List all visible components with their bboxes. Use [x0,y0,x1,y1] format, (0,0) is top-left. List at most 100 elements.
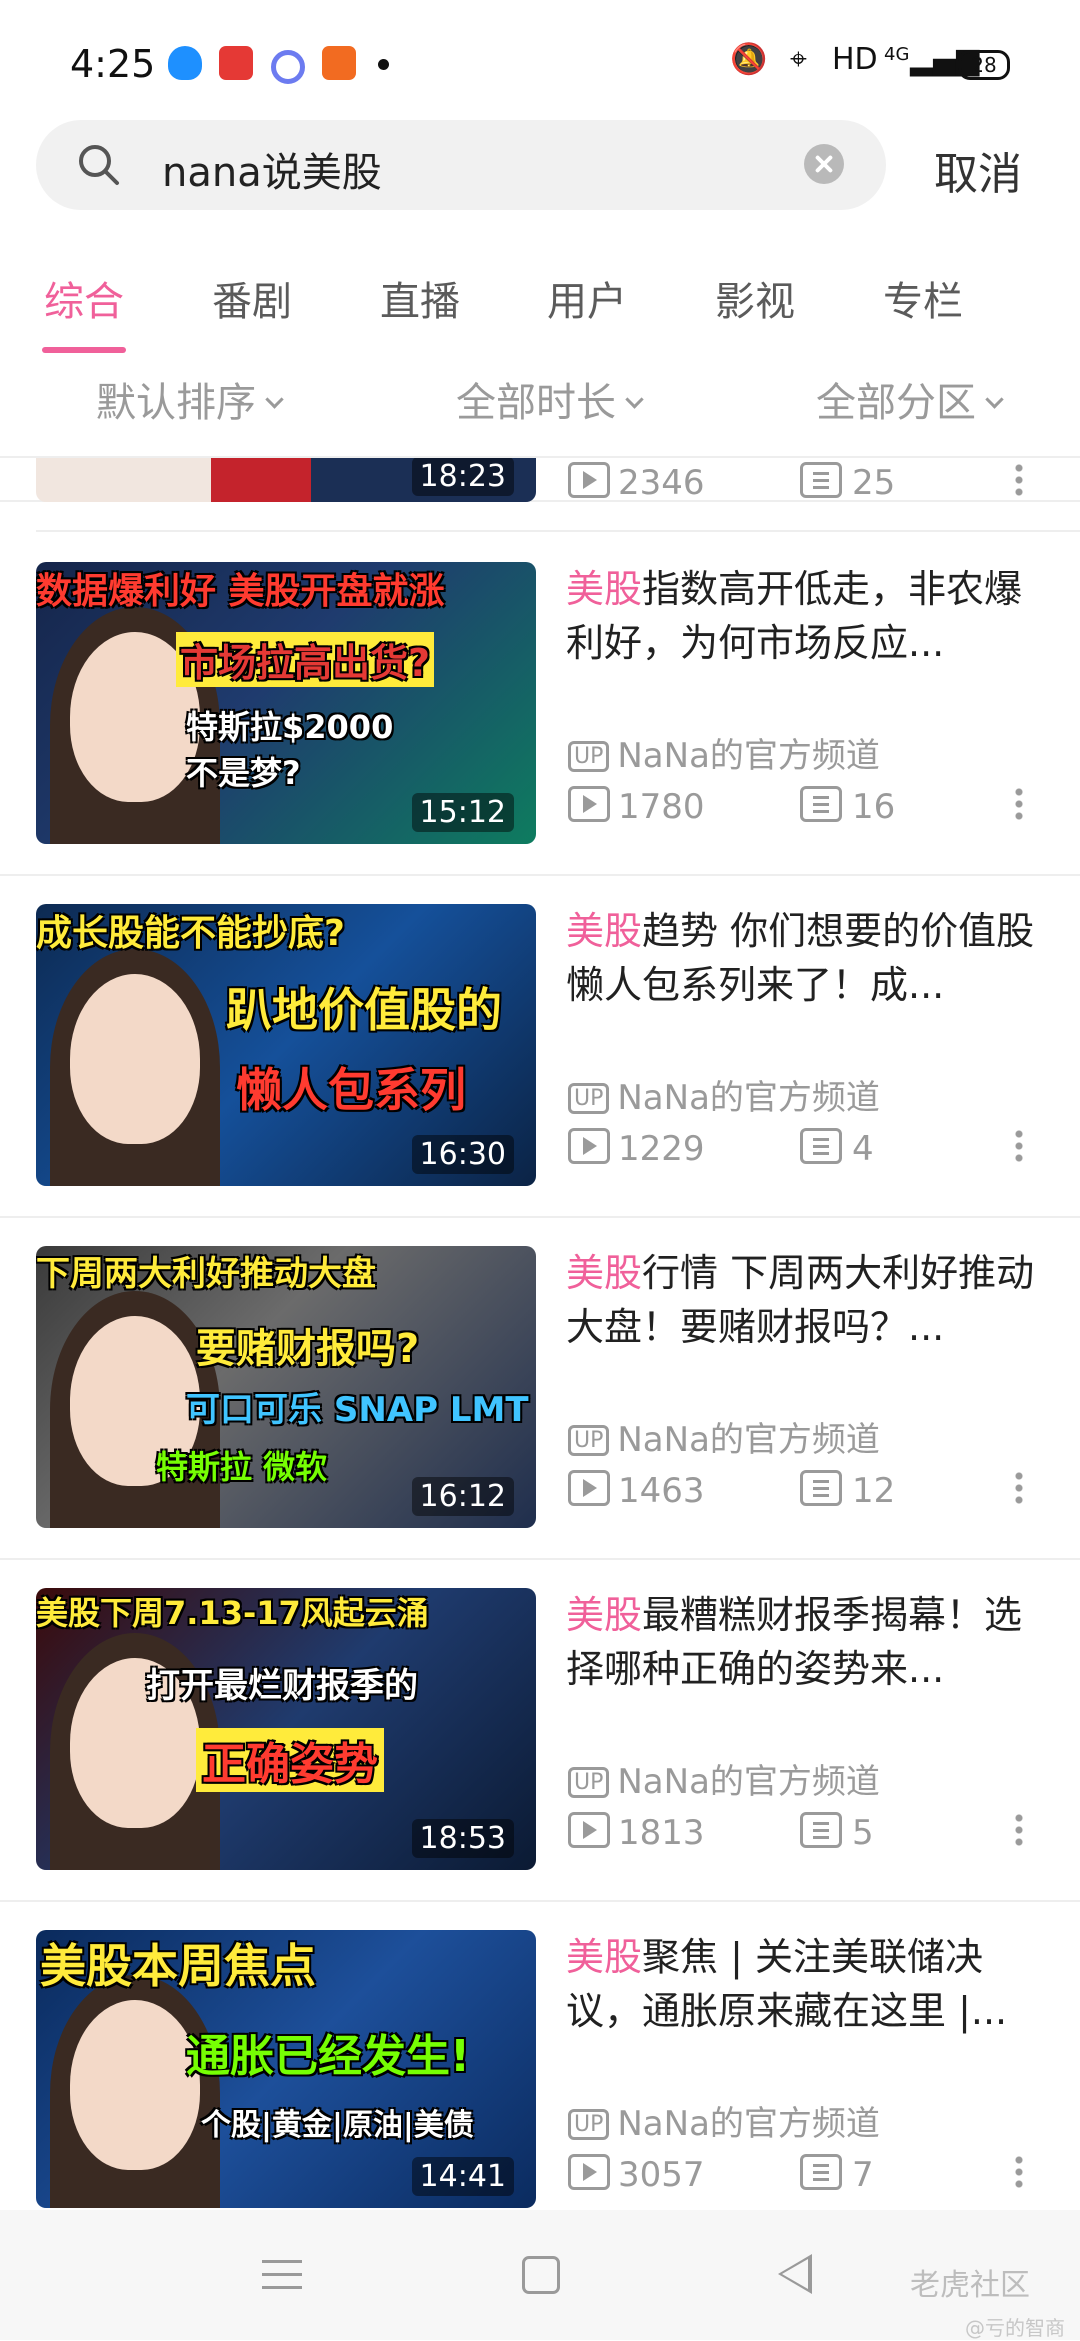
danmaku-count-value: 25 [852,463,896,503]
thumbnail-caption: 特斯拉 微软 [156,1448,328,1486]
video-title[interactable]: 美股行情 下周两大利好推动大盘！要赌财报吗？... [566,1246,1036,1354]
cancel-button[interactable]: 取消 [934,138,1022,202]
danmaku-count: 4 [800,1124,874,1169]
tab-movies[interactable]: 影视 [690,269,820,327]
duration-filter[interactable]: 全部时长 [456,370,644,428]
tab-bar: 综合 番剧 直播 用户 影视 专栏 [0,255,1080,355]
danmaku-icon [800,786,842,822]
more-notifications-icon [378,59,389,70]
video-thumbnail[interactable]: 美股本周焦点 通胀已经发生! 个股|黄金|原油|美债 14:41 [36,1930,536,2208]
up-badge-icon: UP [568,1425,610,1456]
view-count: 1780 [568,782,705,827]
title-highlight: 美股 [566,1251,643,1295]
video-duration: 16:30 [411,1135,514,1174]
thumbnail-caption: 美股本周焦点 [40,1939,316,1993]
video-title[interactable]: 美股趋势 你们想要的价值股懒人包系列来了！成... [566,904,1036,1012]
uploader[interactable]: UP NaNa的官方频道 [568,1754,880,1803]
video-duration: 18:23 [411,458,514,496]
up-badge-icon: UP [568,741,610,772]
more-options-icon[interactable] [1015,462,1023,498]
up-badge-icon: UP [568,1767,610,1798]
title-highlight: 美股 [566,1935,643,1979]
app-notification-icon [219,46,253,80]
more-options-icon[interactable] [1015,1812,1023,1848]
danmaku-count: 16 [800,782,895,827]
thumbnail-caption: 趴地价值股的 [226,983,502,1037]
video-thumbnail[interactable]: 成长股能不能抄底? 趴地价值股的 懒人包系列 16:30 [36,904,536,1186]
thumbnail-caption: 懒人包系列 [236,1063,466,1117]
mail-app-icon [322,46,356,80]
thumbnail-caption: 个股|黄金|原油|美债 [201,2108,474,2143]
tab-users[interactable]: 用户 [522,269,652,327]
tab-articles[interactable]: 专栏 [858,269,988,327]
thumbnail-caption: 要赌财报吗? [196,1326,420,1372]
tab-live[interactable]: 直播 [355,269,485,327]
more-options-icon[interactable] [1015,1128,1023,1164]
thumbnail-caption: 正确姿势 [196,1728,384,1792]
view-count: 1463 [568,1466,705,1511]
up-badge-icon: UP [568,1083,610,1114]
back-icon[interactable] [778,2254,812,2294]
list-item[interactable]: 美股下周7.13-17风起云涌 打开最烂财报季的 正确姿势 18:53 美股最糟… [0,1558,1080,1902]
home-icon[interactable] [522,2256,560,2294]
thumbnail-caption: 特斯拉$2000 [186,708,394,746]
category-filter-label: 全部分区 [816,380,976,426]
play-count-icon [568,1812,610,1848]
qq-icon [168,46,202,80]
uploader[interactable]: UP NaNa的官方频道 [568,2096,880,2145]
play-count-icon [568,462,610,498]
uploader[interactable]: UP NaNa的官方频道 [568,1070,880,1119]
thumbnail-caption: 成长股能不能抄底? [36,913,345,954]
uploader-name: NaNa的官方频道 [617,2104,880,2144]
video-thumbnail[interactable]: 美股下周7.13-17风起云涌 打开最烂财报季的 正确姿势 18:53 [36,1588,536,1870]
tab-all[interactable]: 综合 [19,269,149,327]
list-item[interactable]: 美股本周焦点 通胀已经发生! 个股|黄金|原油|美债 14:41 美股聚焦 | … [0,1900,1080,2208]
danmaku-icon [800,462,842,498]
video-thumbnail[interactable]: 数据爆利好 美股开盘就涨 市场拉高出货? 特斯拉$2000 不是梦? 15:12 [36,562,536,844]
battery-icon: 28 [958,50,1010,80]
network-label: HD [832,42,878,77]
status-time: 4:25 [70,42,156,86]
uploader[interactable]: UP NaNa的官方频道 [568,728,880,777]
list-item[interactable]: 下周两大利好推动大盘 要赌财报吗? 可口可乐 SNAP LMT 特斯拉 微软 1… [0,1216,1080,1560]
tab-anime[interactable]: 番剧 [187,269,317,327]
view-count-value: 1780 [618,787,705,827]
video-title[interactable]: 美股聚焦 | 关注美联储决议，通胀原来藏在这里 |... [566,1930,1036,2038]
title-highlight: 美股 [566,567,643,611]
sort-filter[interactable]: 默认排序 [96,370,284,428]
more-options-icon[interactable] [1015,1470,1023,1506]
uploader[interactable]: UP NaNa的官方频道 [568,1412,880,1461]
thumbnail-caption: 通胀已经发生! [186,2031,471,2082]
clear-icon[interactable] [804,144,844,184]
mute-icon: 🔕 [730,42,768,77]
uploader-name: NaNa的官方频道 [617,1078,880,1118]
more-options-icon[interactable] [1015,2154,1023,2190]
system-nav-bar: 老虎社区 @亏的智商 [0,2210,1080,2340]
video-title[interactable]: 美股指数高开低走，非农爆利好，为何市场反应... [566,562,1036,670]
danmaku-icon [800,2154,842,2190]
results-list: 18:23 2346 25 数据爆利好 美股开盘就涨 市场拉高出货? 特斯拉$2… [0,458,1080,2208]
danmaku-count: 25 [800,458,895,503]
title-highlight: 美股 [566,909,643,953]
video-duration: 15:12 [411,793,514,832]
video-thumbnail[interactable]: 下周两大利好推动大盘 要赌财报吗? 可口可乐 SNAP LMT 特斯拉 微软 1… [36,1246,536,1528]
watermark-brand: 老虎社区 [910,2268,1030,2303]
view-count-value: 3057 [618,2155,705,2195]
chevron-down-icon [265,390,284,409]
danmaku-icon [800,1812,842,1848]
thumbnail-caption: 美股下周7.13-17风起云涌 [36,1594,429,1632]
video-duration: 18:53 [411,1819,514,1858]
thumbnail-caption: 下周两大利好推动大盘 [36,1254,376,1294]
list-item[interactable]: 成长股能不能抄底? 趴地价值股的 懒人包系列 16:30 美股趋势 你们想要的价… [0,874,1080,1218]
list-item[interactable]: 数据爆利好 美股开盘就涨 市场拉高出货? 特斯拉$2000 不是梦? 15:12… [0,532,1080,876]
video-title[interactable]: 美股最糟糕财报季揭幕！选择哪种正确的姿势来... [566,1588,1036,1696]
category-filter[interactable]: 全部分区 [816,370,1004,428]
title-highlight: 美股 [566,1593,643,1637]
chevron-down-icon [985,390,1004,409]
thumbnail-caption: 打开最烂财报季的 [146,1666,418,1706]
view-count-value: 1813 [618,1813,705,1853]
search-input[interactable]: nana说美股 [36,120,886,210]
partial-thumbnail[interactable]: 18:23 [36,458,536,502]
more-options-icon[interactable] [1015,786,1023,822]
recent-apps-icon[interactable] [262,2260,302,2290]
